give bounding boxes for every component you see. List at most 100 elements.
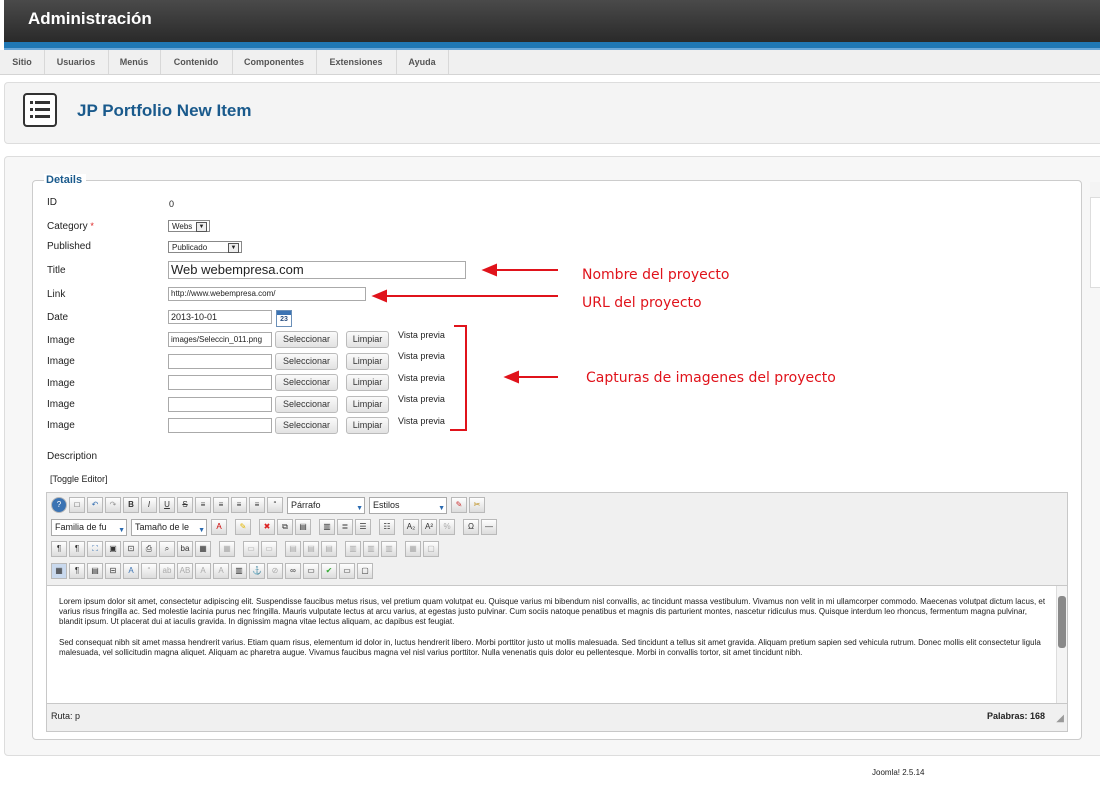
styles-select-value: Estilos <box>373 500 400 510</box>
col-before-icon[interactable]: ▥ <box>345 541 361 557</box>
editor-content-area[interactable]: Lorem ipsum dolor sit amet, consectetur … <box>47 585 1067 704</box>
format-select[interactable]: Párrafo ▼ <box>287 497 365 514</box>
annotation-name: Nombre del proyecto <box>582 267 730 283</box>
align-left-icon[interactable]: ≡ <box>231 497 247 513</box>
delete-col-icon[interactable]: ▥ <box>381 541 397 557</box>
insert-field-icon[interactable]: ▭ <box>339 563 355 579</box>
arrow-head <box>503 370 519 384</box>
editor-toolbar-row-3: ¶ ¶ ⛶ ▣ ⊡ ⎙ ⌕ ba ▦ ▦ ▭ ▭ ▤ ▤ ▤ ▥ ▥ ▥ ▦ ▢ <box>51 541 651 559</box>
ins-icon[interactable]: A <box>213 563 229 579</box>
cell-props-icon[interactable]: ▭ <box>261 541 277 557</box>
annotation-url: URL del proyecto <box>582 295 702 311</box>
bracket-line <box>450 325 467 431</box>
superscript-icon[interactable]: A² <box>421 519 437 535</box>
col-after-icon[interactable]: ▥ <box>363 541 379 557</box>
attributes-icon[interactable]: ▥ <box>231 563 247 579</box>
font-family-select-value: Familia de fu <box>55 522 107 532</box>
spellcheck-icon[interactable]: ✔ <box>321 563 337 579</box>
font-size-select[interactable]: Tamaño de le ▼ <box>131 519 207 536</box>
row-after-icon[interactable]: ▤ <box>303 541 319 557</box>
rich-text-editor: ? □ ↶ ↷ B I U S ≡ ≡ ≡ ≡ “ Párrafo ▼ Estil… <box>46 492 1068 732</box>
print-icon[interactable]: ⎙ <box>141 541 157 557</box>
editor-paragraph: Sed consequat nibh sit amet massa hendre… <box>59 638 1041 657</box>
numbered-list-icon[interactable]: ☰ <box>355 519 371 535</box>
image-icon[interactable]: ▣ <box>105 541 121 557</box>
link-icon[interactable]: ∞ <box>285 563 301 579</box>
new-document-icon[interactable]: □ <box>69 497 85 513</box>
blockquote-icon[interactable]: “ <box>267 497 283 513</box>
cite-icon[interactable]: “ <box>141 563 157 579</box>
font-color-icon[interactable]: A <box>211 519 227 535</box>
subscript-icon[interactable]: A₂ <box>403 519 419 535</box>
acronym-icon[interactable]: AB <box>177 563 193 579</box>
row-before-icon[interactable]: ▤ <box>285 541 301 557</box>
anchor-icon[interactable]: ⚓ <box>249 563 265 579</box>
chevron-down-icon: ▼ <box>198 527 205 534</box>
chevron-down-icon: ▼ <box>438 505 445 512</box>
chevron-down-icon: ▼ <box>356 505 363 512</box>
ltr-icon[interactable]: ¶ <box>51 541 67 557</box>
show-blocks-icon[interactable]: ¶ <box>69 563 85 579</box>
clean-icon[interactable]: ✂ <box>469 497 485 513</box>
del-icon[interactable]: A <box>195 563 211 579</box>
undo-icon[interactable]: ↶ <box>87 497 103 513</box>
styles-icon[interactable]: A <box>123 563 139 579</box>
fullscreen-icon[interactable]: ⛶ <box>87 541 103 557</box>
rtl-icon[interactable]: ¶ <box>69 541 85 557</box>
row-props-icon[interactable]: ▭ <box>243 541 259 557</box>
resize-grip-icon[interactable]: ◢ <box>1056 713 1064 724</box>
description-label: Description <box>47 451 98 462</box>
editor-statusbar: Ruta: p Palabras: 168 ◢ <box>47 705 1067 729</box>
template-icon[interactable]: ▤ <box>87 563 103 579</box>
italic-icon[interactable]: I <box>141 497 157 513</box>
horizontal-rule-icon[interactable]: — <box>481 519 497 535</box>
table-props-icon[interactable]: ▦ <box>219 541 235 557</box>
layer-icon[interactable]: ⊟ <box>105 563 121 579</box>
replace-icon[interactable]: ba <box>177 541 193 557</box>
editor-toolbar-row-1: ? □ ↶ ↷ B I U S ≡ ≡ ≡ ≡ “ Párrafo ▼ Estil… <box>51 497 651 515</box>
redo-icon[interactable]: ↷ <box>105 497 121 513</box>
special-char-disabled-icon[interactable]: % <box>439 519 455 535</box>
unlink-icon[interactable]: ⊘ <box>267 563 283 579</box>
scroll-thumb[interactable] <box>1058 596 1066 648</box>
find-icon[interactable]: ⌕ <box>159 541 175 557</box>
annotation-captures: Capturas de imagenes del proyecto <box>586 370 836 386</box>
insert-box-icon[interactable]: ▢ <box>357 563 373 579</box>
word-count: Palabras: 168 <box>986 711 1045 721</box>
delete-row-icon[interactable]: ▤ <box>321 541 337 557</box>
editor-toolbar-row-4: ▦ ¶ ▤ ⊟ A “ ab AB A A ▥ ⚓ ⊘ ∞ ▭ ✔ ▭ ▢ <box>51 563 651 581</box>
bold-icon[interactable]: B <box>123 497 139 513</box>
visual-aid-icon[interactable]: ▦ <box>51 563 67 579</box>
bullet-list-icon[interactable]: ☷ <box>379 519 395 535</box>
editor-path: Ruta: p <box>51 711 81 721</box>
abbr-icon[interactable]: ab <box>159 563 175 579</box>
paste-text-icon[interactable]: ▥ <box>319 519 335 535</box>
media-icon[interactable]: ⊡ <box>123 541 139 557</box>
editor-paragraph: Lorem ipsum dolor sit amet, consectetur … <box>59 597 1046 626</box>
styles-select[interactable]: Estilos ▼ <box>369 497 447 514</box>
highlight-icon[interactable]: ✎ <box>235 519 251 535</box>
editor-scrollbar[interactable] <box>1056 586 1067 703</box>
version-footer: Joomla! 2.5.14 <box>872 768 925 777</box>
arrow-head <box>371 289 387 303</box>
copy-icon[interactable]: ⧉ <box>277 519 293 535</box>
font-family-select[interactable]: Familia de fu ▼ <box>51 519 127 536</box>
align-center-icon[interactable]: ≡ <box>213 497 229 513</box>
help-icon[interactable]: ? <box>51 497 67 513</box>
strikethrough-icon[interactable]: S <box>177 497 193 513</box>
format-select-value: Párrafo <box>291 500 321 510</box>
align-icon[interactable]: ≣ <box>337 519 353 535</box>
align-justify-icon[interactable]: ≡ <box>195 497 211 513</box>
merge-cells-icon[interactable]: ▢ <box>423 541 439 557</box>
split-cells-icon[interactable]: ▦ <box>405 541 421 557</box>
toggle-editor-link[interactable]: [Toggle Editor] <box>50 474 108 484</box>
align-right-icon[interactable]: ≡ <box>249 497 265 513</box>
code-icon[interactable]: ▭ <box>303 563 319 579</box>
underline-icon[interactable]: U <box>159 497 175 513</box>
cut-icon[interactable]: ✖ <box>259 519 275 535</box>
omega-icon[interactable]: Ω <box>463 519 479 535</box>
arrow-head <box>481 263 497 277</box>
table-icon[interactable]: ▦ <box>195 541 211 557</box>
paste-icon[interactable]: ▤ <box>295 519 311 535</box>
eraser-icon[interactable]: ✎ <box>451 497 467 513</box>
